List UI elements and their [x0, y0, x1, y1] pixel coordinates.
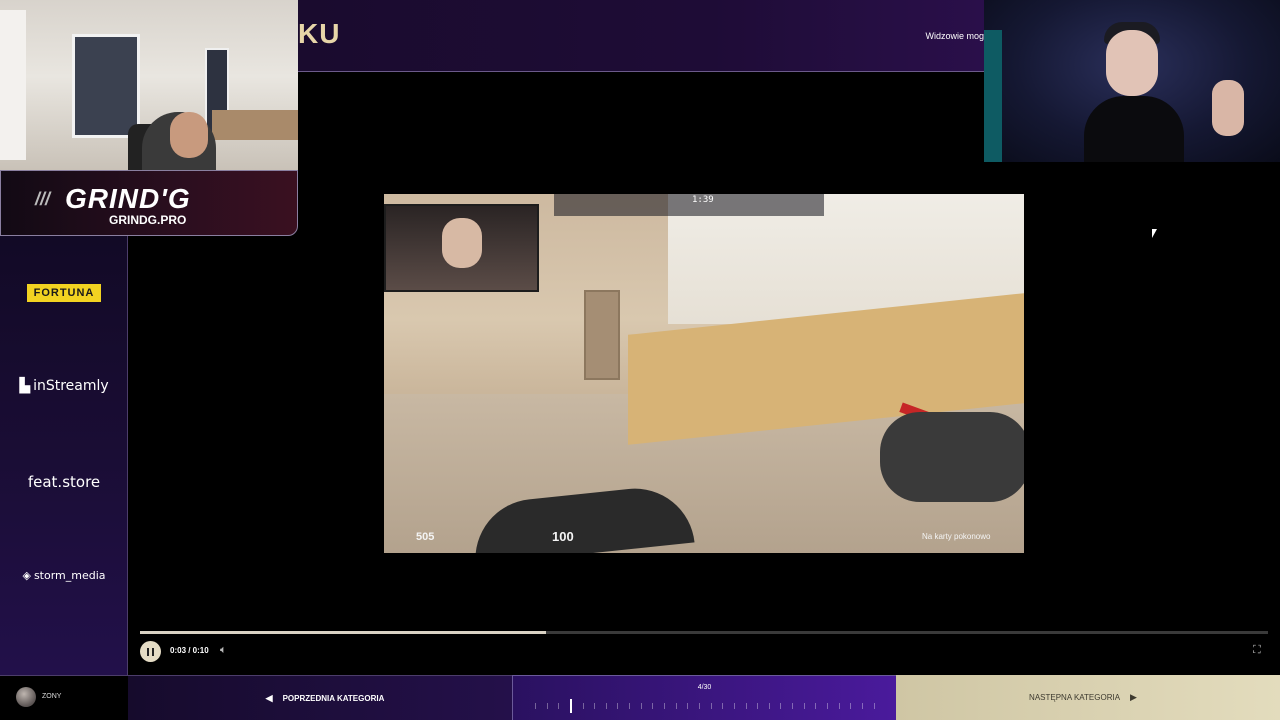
category-tick — [582, 703, 584, 709]
header-bar: KU Widzowie mog — [298, 0, 984, 72]
next-category-button[interactable]: NASTĘPNA KATEGORIA ▶ — [896, 675, 1280, 720]
category-tick — [640, 703, 642, 709]
hud-armor: 100 — [552, 529, 574, 544]
hud-health: 505 — [416, 531, 435, 543]
time-display: 0:03 / 0:10 — [170, 646, 209, 655]
pause-icon — [147, 647, 154, 656]
category-tick — [569, 699, 572, 713]
sponsor-stormmedia: ◈ storm_media — [22, 569, 106, 582]
hud-round-time: 1:39 — [692, 195, 714, 205]
video-webcam-overlay — [384, 204, 539, 292]
webcam-left — [0, 0, 298, 170]
category-tick — [850, 703, 852, 709]
category-tick — [546, 703, 548, 709]
category-tick — [838, 703, 840, 709]
category-tick — [617, 703, 619, 709]
progress-fill — [140, 631, 547, 634]
category-tick — [675, 703, 677, 709]
webcam-right — [984, 0, 1280, 162]
category-tick — [722, 703, 724, 709]
category-tick — [780, 703, 782, 709]
prev-category-label: POPRZEDNIA KATEGORIA — [282, 693, 385, 703]
category-tick — [629, 703, 631, 709]
category-tick — [605, 703, 607, 709]
category-tick — [757, 703, 759, 709]
hud-note: Na karty pokonowo — [922, 532, 991, 541]
storm-icon: ◈ — [22, 569, 31, 582]
category-tick — [815, 703, 817, 709]
category-progress: 4/30 — [512, 675, 896, 720]
mouse-cursor-icon — [1152, 229, 1157, 238]
category-tick — [594, 703, 596, 709]
sponsor-fortuna: FORTUNA — [27, 284, 101, 302]
video-player[interactable]: 1:39 505 100 Na karty pokonowo — [384, 194, 1024, 553]
category-tick — [803, 703, 805, 709]
category-tick — [698, 703, 700, 709]
category-tick — [733, 703, 735, 709]
logo-text: GRIND'G — [65, 183, 191, 214]
avatar — [16, 687, 36, 707]
category-tick — [687, 703, 689, 709]
category-counter: 4/30 — [697, 684, 712, 691]
category-tick — [710, 703, 712, 709]
arrow-right-icon: ▶ — [1130, 692, 1137, 702]
category-tick — [873, 703, 875, 709]
category-tick — [768, 703, 770, 709]
logo-mark-icon: /// — [35, 189, 51, 209]
category-tick — [652, 703, 654, 709]
header-note: Widzowie mog — [925, 31, 984, 41]
instreamly-icon: ▙ — [19, 378, 31, 394]
category-tick — [827, 703, 829, 709]
hud-top — [554, 194, 824, 216]
user-panel: ZONY — [0, 675, 128, 720]
next-category-label: NASTĘPNA KATEGORIA — [1029, 693, 1121, 702]
user-name: ZONY — [42, 693, 62, 700]
category-tick — [535, 703, 536, 709]
page-title: KU — [298, 18, 341, 49]
progress-bar[interactable] — [140, 631, 1268, 634]
category-tick — [861, 703, 863, 709]
sponsor-sidebar: FORTUNA ▙ inStreamly feat.store ◈ storm_me… — [0, 236, 128, 675]
logo-site: GRINDG.PRO — [109, 213, 187, 227]
arrow-left-icon: ◀ — [265, 692, 273, 703]
category-tick — [792, 703, 794, 709]
grindg-logo-panel: /// GRIND'G GRINDG.PRO — [0, 170, 298, 236]
fullscreen-icon[interactable]: ⛶ — [1253, 644, 1261, 657]
category-tick — [664, 703, 666, 709]
sponsor-instreamly: ▙ inStreamly — [19, 378, 109, 394]
prev-category-button[interactable]: ◀ POPRZEDNIA KATEGORIA — [128, 675, 512, 720]
category-tick — [745, 703, 747, 709]
category-tick — [558, 703, 560, 709]
category-ticks — [535, 699, 875, 713]
volume-icon[interactable]: 🔈︎ — [220, 644, 227, 657]
pause-button[interactable] — [140, 641, 161, 662]
sponsor-featstore: feat.store — [27, 473, 101, 491]
